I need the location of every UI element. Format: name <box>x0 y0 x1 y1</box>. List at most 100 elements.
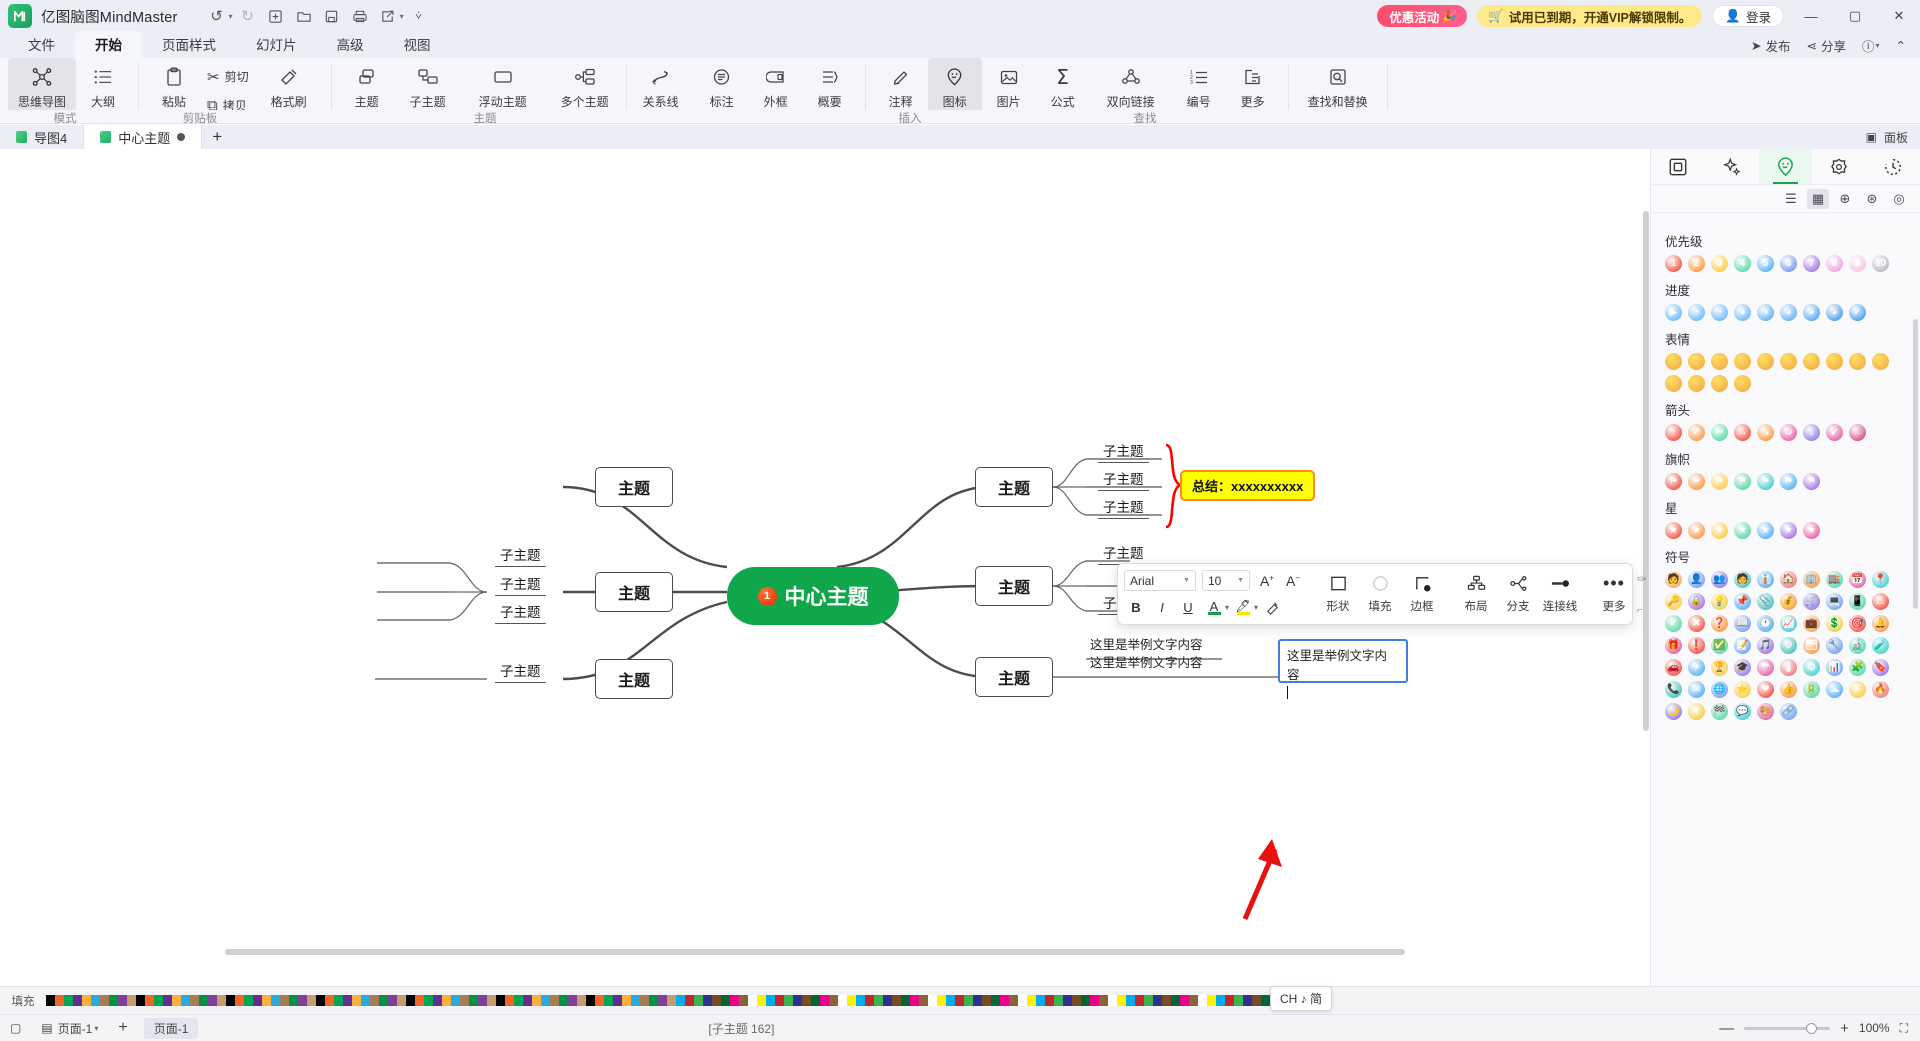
color-swatch[interactable] <box>1081 995 1090 1006</box>
sticker-symbol-40[interactable]: 🚗 <box>1665 659 1682 676</box>
color-swatch[interactable] <box>1027 995 1036 1006</box>
color-swatch[interactable] <box>163 995 172 1006</box>
menu-tab-home[interactable]: 开始 <box>75 31 142 58</box>
login-button[interactable]: 👤 登录 <box>1712 5 1784 27</box>
subtopic-left-3[interactable]: 子主题 <box>495 601 546 624</box>
subtopic-right-2[interactable]: 子主题 <box>1098 468 1149 491</box>
page-selector[interactable]: ▤ 页面-1 ▾ <box>31 1020 108 1037</box>
menu-tab-page-style[interactable]: 页面样式 <box>142 31 236 58</box>
sticker-emoji-13[interactable] <box>1734 375 1751 392</box>
color-swatch[interactable] <box>1243 995 1252 1006</box>
sticker-arrow-2[interactable]: ↩ <box>1711 424 1728 441</box>
panel-tab-ai[interactable] <box>1705 149 1759 184</box>
color-swatch[interactable] <box>721 995 730 1006</box>
color-swatch[interactable] <box>1225 995 1234 1006</box>
color-swatch[interactable] <box>82 995 91 1006</box>
menu-tab-advanced[interactable]: 高级 <box>317 31 384 58</box>
sticker-symbol-65[interactable]: 🔗 <box>1780 703 1797 720</box>
bold-button[interactable]: B <box>1124 596 1148 619</box>
color-swatch[interactable] <box>838 995 847 1006</box>
topic-left-1[interactable]: 主题 <box>595 467 673 507</box>
sticker-symbol-2[interactable]: 👥 <box>1711 571 1728 588</box>
new-doc-tab-button[interactable]: + <box>202 125 232 149</box>
zoom-out-button[interactable]: — <box>1719 1020 1734 1037</box>
color-swatch[interactable] <box>271 995 280 1006</box>
increase-font-size-button[interactable]: A+ <box>1255 569 1279 592</box>
page-chip[interactable]: 页面-1 <box>143 1017 199 1039</box>
color-swatch[interactable] <box>874 995 883 1006</box>
sticker-symbol-7[interactable]: 🏬 <box>1826 571 1843 588</box>
color-swatch[interactable] <box>541 995 550 1006</box>
sticker-symbol-56[interactable]: 🔋 <box>1803 681 1820 698</box>
sticker-progress-5[interactable]: ◕ <box>1780 304 1797 321</box>
color-swatch[interactable] <box>1135 995 1144 1006</box>
sticker-symbol-51[interactable]: ✉ <box>1688 681 1705 698</box>
sticker-symbol-14[interactable]: 📎 <box>1757 593 1774 610</box>
topic-left-3[interactable]: 主题 <box>595 659 673 699</box>
sticker-priority-7[interactable]: 8 <box>1826 255 1843 272</box>
sticker-arrow-0[interactable]: ↑ <box>1665 424 1682 441</box>
sticker-symbol-3[interactable]: 🧑 <box>1734 571 1751 588</box>
sticker-symbol-47[interactable]: 📊 <box>1826 659 1843 676</box>
sticker-symbol-1[interactable]: 👤 <box>1688 571 1705 588</box>
sticker-symbol-60[interactable]: 🌙 <box>1665 703 1682 720</box>
color-swatch[interactable] <box>676 995 685 1006</box>
color-swatch[interactable] <box>343 995 352 1006</box>
color-swatch[interactable] <box>1036 995 1045 1006</box>
sticker-symbol-19[interactable]: ⚠ <box>1872 593 1889 610</box>
color-swatch[interactable] <box>487 995 496 1006</box>
color-swatch[interactable] <box>613 995 622 1006</box>
color-swatch[interactable] <box>1045 995 1054 1006</box>
minimize-button[interactable]: — <box>1794 1 1828 31</box>
fill-button[interactable]: 填充 <box>1359 563 1401 621</box>
central-topic[interactable]: 1 中心主题 <box>727 567 899 625</box>
color-swatch[interactable] <box>127 995 136 1006</box>
color-swatch[interactable] <box>1189 995 1198 1006</box>
color-swatch[interactable] <box>235 995 244 1006</box>
shape-button[interactable]: 形状 <box>1317 563 1359 621</box>
sticker-priority-1[interactable]: 2 <box>1688 255 1705 272</box>
color-swatch[interactable] <box>829 995 838 1006</box>
color-swatch[interactable] <box>451 995 460 1006</box>
topic-right-1[interactable]: 主题 <box>975 467 1053 507</box>
sticker-star-1[interactable]: ★ <box>1688 522 1705 539</box>
redo-icon[interactable]: ↻ <box>235 4 261 28</box>
sticker-symbol-45[interactable]: 🌡 <box>1780 659 1797 676</box>
sticker-symbol-41[interactable]: ✈ <box>1688 659 1705 676</box>
color-swatch[interactable] <box>757 995 766 1006</box>
color-swatch[interactable] <box>802 995 811 1006</box>
sticker-emoji-2[interactable] <box>1711 353 1728 370</box>
color-swatch[interactable] <box>226 995 235 1006</box>
decrease-font-size-button[interactable]: A− <box>1281 569 1305 592</box>
color-swatch[interactable] <box>397 995 406 1006</box>
color-swatch[interactable] <box>568 995 577 1006</box>
share-button[interactable]: ⋖ 分享 <box>1806 36 1846 55</box>
canvas-horizontal-scrollbar[interactable] <box>225 949 1405 955</box>
color-swatch[interactable] <box>685 995 694 1006</box>
color-swatch[interactable] <box>820 995 829 1006</box>
sticker-symbol-49[interactable]: 🔖 <box>1872 659 1889 676</box>
close-button[interactable]: ✕ <box>1882 1 1916 31</box>
color-swatch[interactable] <box>1180 995 1189 1006</box>
branch-button[interactable]: 分支 <box>1497 563 1539 621</box>
sticker-emoji-12[interactable] <box>1711 375 1728 392</box>
underline-button[interactable]: U <box>1176 596 1200 619</box>
sticker-priority-0[interactable]: 1 <box>1665 255 1682 272</box>
color-swatch[interactable] <box>388 995 397 1006</box>
sticker-symbol-64[interactable]: 🎨 <box>1757 703 1774 720</box>
color-swatch[interactable] <box>505 995 514 1006</box>
color-swatch[interactable] <box>604 995 613 1006</box>
sticker-symbol-22[interactable]: ❓ <box>1711 615 1728 632</box>
sticker-emoji-4[interactable] <box>1757 353 1774 370</box>
sticker-priority-8[interactable]: 9 <box>1849 255 1866 272</box>
color-swatch[interactable] <box>1090 995 1099 1006</box>
sticker-symbol-8[interactable]: 📅 <box>1849 571 1866 588</box>
color-swatch[interactable] <box>901 995 910 1006</box>
color-swatch[interactable] <box>289 995 298 1006</box>
sticker-flag-4[interactable]: ⚑ <box>1757 473 1774 490</box>
color-swatch[interactable] <box>1171 995 1180 1006</box>
color-swatch[interactable] <box>793 995 802 1006</box>
cut-button[interactable]: ✂ 剪切 <box>201 62 255 91</box>
color-swatch[interactable] <box>55 995 64 1006</box>
page-dropdown-icon[interactable]: ▾ <box>94 1024 98 1033</box>
